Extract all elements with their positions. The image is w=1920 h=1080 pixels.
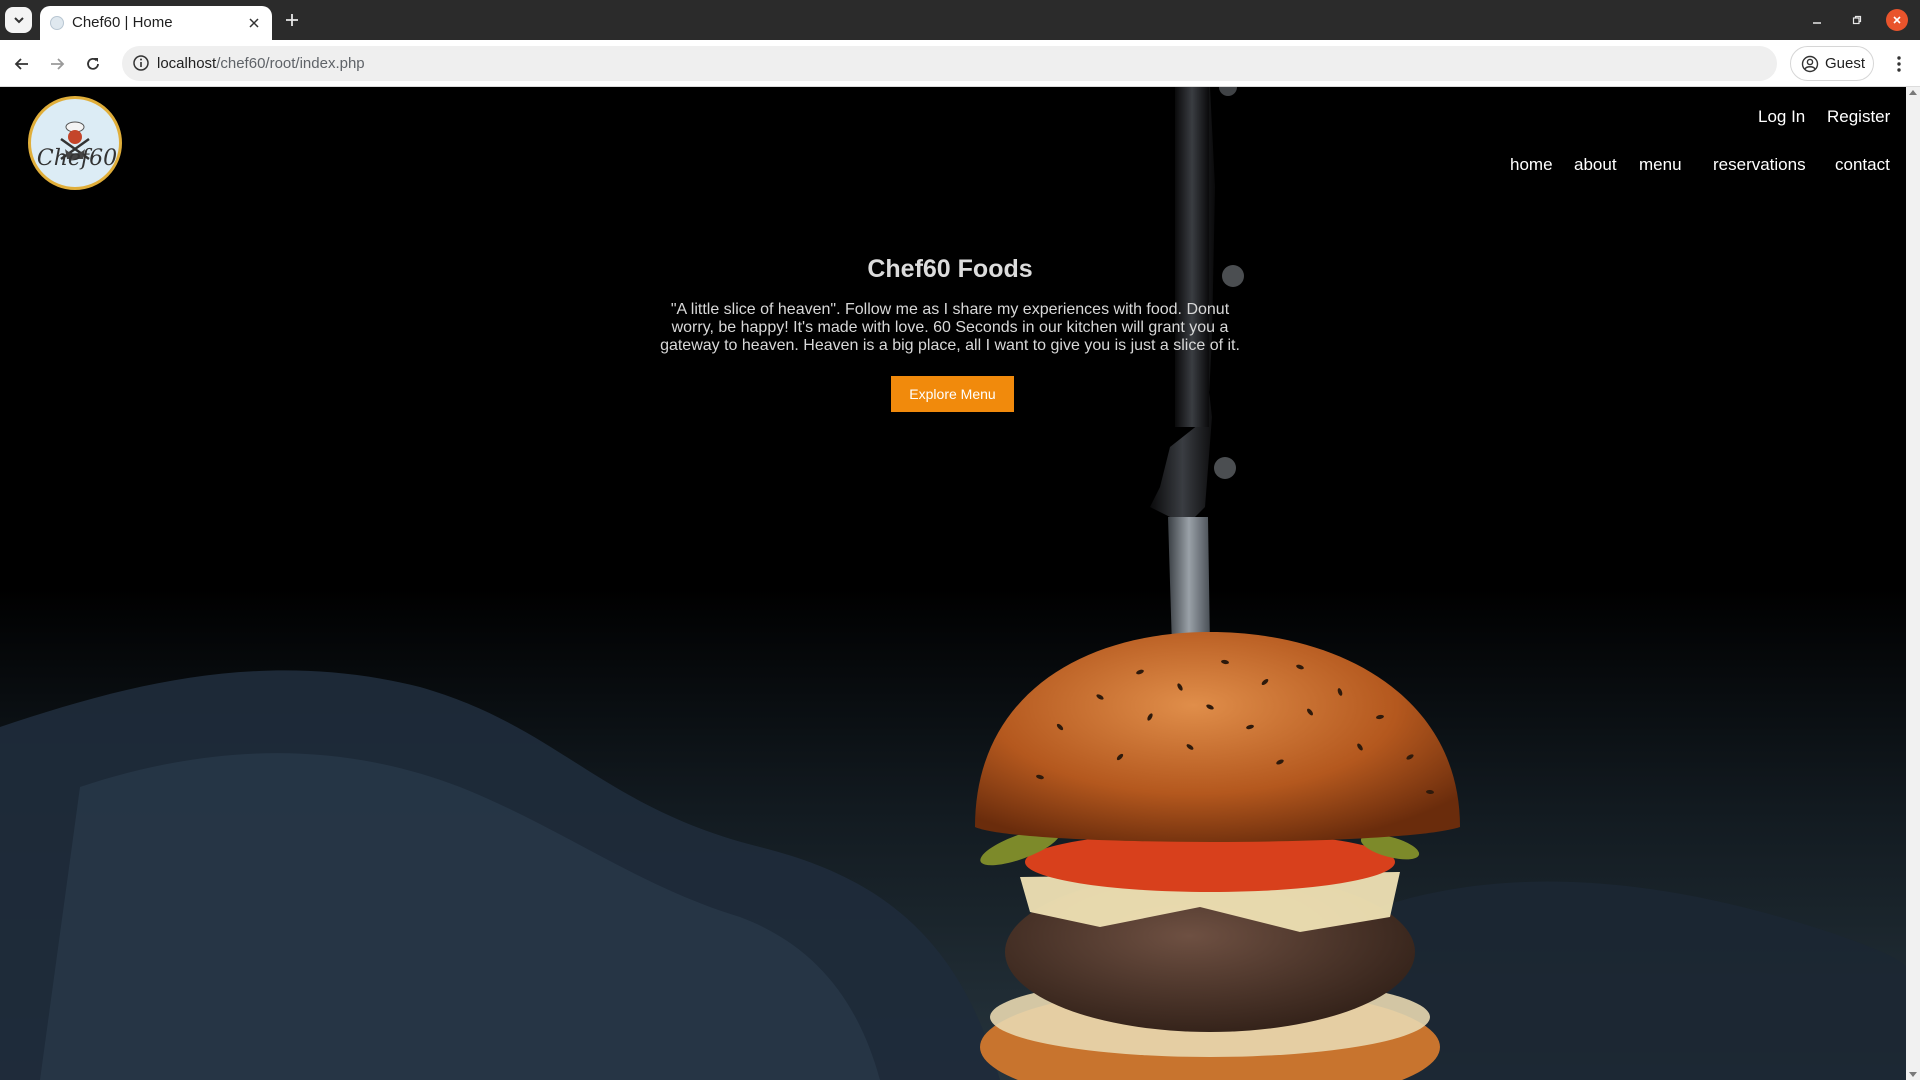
tab-close-button[interactable]	[244, 13, 264, 33]
scroll-down-arrow-icon[interactable]	[1909, 1072, 1917, 1077]
arrow-left-icon	[14, 58, 28, 70]
nav-home[interactable]: home	[1510, 155, 1553, 175]
browser-toolbar: localhost/chef60/root/index.php Guest	[0, 40, 1920, 87]
scroll-up-arrow-icon[interactable]	[1909, 90, 1917, 95]
tab-search-button[interactable]	[5, 7, 32, 33]
hero-background-image	[0, 87, 1906, 1080]
url-path: /chef60/root/index.php	[216, 55, 365, 72]
chevron-down-icon	[13, 17, 24, 24]
nav-contact[interactable]: contact	[1835, 155, 1890, 175]
profile-button[interactable]: Guest	[1790, 46, 1874, 81]
profile-label: Guest	[1825, 55, 1866, 72]
close-icon	[249, 18, 259, 28]
window-close-button[interactable]	[1886, 9, 1908, 31]
chef-logo-icon: Chef60	[37, 121, 117, 171]
nav-reservations[interactable]: reservations	[1713, 155, 1806, 175]
restore-button[interactable]	[1846, 9, 1868, 31]
arrow-right-icon	[51, 58, 65, 70]
register-link[interactable]: Register	[1827, 107, 1890, 127]
reload-button[interactable]	[81, 52, 105, 76]
svg-text:Chef60: Chef60	[37, 146, 117, 171]
close-icon	[1893, 16, 1901, 24]
hero-title: Chef60 Foods	[867, 255, 1033, 283]
browser-tab-active[interactable]: Chef60 | Home	[40, 6, 272, 40]
minimize-icon	[1813, 22, 1821, 24]
account-circle-icon	[1801, 55, 1819, 73]
address-bar[interactable]: localhost/chef60/root/index.php	[122, 46, 1777, 81]
site-info-icon[interactable]	[132, 54, 150, 72]
plus-icon	[286, 14, 298, 26]
nav-menu[interactable]: menu	[1639, 155, 1682, 175]
page-scrollbar[interactable]	[1906, 87, 1920, 1080]
forward-button[interactable]	[45, 52, 69, 76]
nav-about[interactable]: about	[1574, 155, 1617, 175]
browser-titlebar: Chef60 | Home	[0, 0, 1920, 40]
favicon-icon	[50, 16, 64, 30]
reload-icon	[87, 57, 99, 70]
url-host: localhost	[157, 55, 217, 72]
page-viewport: Chef60 Log In Register home about menu r…	[0, 87, 1906, 1080]
back-button[interactable]	[10, 52, 34, 76]
restore-icon	[1852, 15, 1862, 25]
explore-menu-button[interactable]: Explore Menu	[891, 376, 1014, 412]
login-link[interactable]: Log In	[1758, 107, 1805, 127]
more-vert-icon	[1897, 56, 1901, 72]
tab-title: Chef60 | Home	[72, 14, 173, 31]
minimize-button[interactable]	[1806, 9, 1828, 31]
browser-menu-button[interactable]	[1888, 52, 1910, 76]
new-tab-button[interactable]	[280, 8, 304, 32]
site-logo[interactable]: Chef60	[28, 96, 122, 190]
url-text: localhost/chef60/root/index.php	[157, 55, 365, 72]
hero-description: "A little slice of heaven". Follow me as…	[660, 301, 1240, 354]
